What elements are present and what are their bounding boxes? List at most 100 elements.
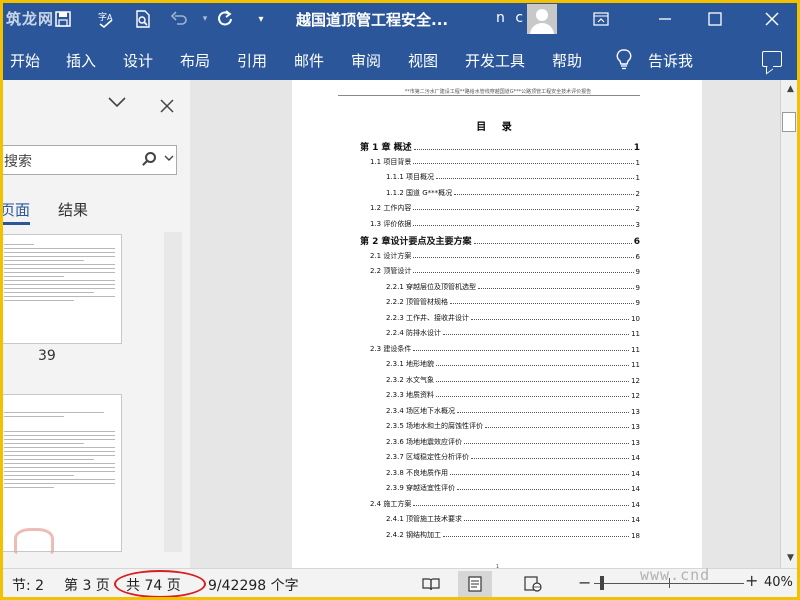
tab-developer[interactable]: 开发工具 (465, 50, 525, 71)
toc-entry[interactable]: 2.3.4 场区地下水概况 13 (386, 406, 640, 416)
toc-entry[interactable]: 2.2.3 工作井、接收井设计 10 (386, 313, 640, 323)
undo-dropdown-icon[interactable]: ▾ (194, 8, 216, 30)
toc-entry[interactable]: 2.2.1 穿越层位及顶管机选型 9 (386, 282, 640, 292)
toc-leader-dots (436, 396, 630, 397)
toc-entry[interactable]: 2.3.8 不良地质作用 14 (386, 468, 640, 478)
toc-leader-dots (413, 349, 630, 351)
zoom-slider-thumb[interactable] (600, 576, 604, 590)
zoom-percentage[interactable]: 40% (764, 575, 793, 590)
toc-entry[interactable]: 2.3.3 地质资料 12 (386, 390, 640, 400)
ribbon-display-options-icon[interactable] (588, 6, 614, 32)
toc-entry[interactable]: 第 2 章设计要点及主要方案 6 (360, 234, 640, 247)
status-word-count[interactable]: 9/42298 个字 (208, 575, 299, 595)
spelling-icon[interactable]: 字A (96, 8, 118, 30)
user-name[interactable]: n c (496, 10, 526, 26)
tab-design[interactable]: 设计 (123, 50, 153, 71)
toc-leader-dots (413, 149, 632, 150)
toc-entry-text: 2.4.2 钢结构加工 (386, 530, 442, 539)
toc-leader-dots (485, 427, 630, 428)
toc-leader-dots (464, 442, 630, 444)
toc-leader-dots (413, 256, 634, 258)
toc-entry-text: 2.2 顶管设计 (370, 267, 412, 275)
toc-entry[interactable]: 2.4.1 顶管施工技术要求 14 (386, 514, 640, 524)
watermark-logo: 筑龙网 (6, 10, 55, 28)
toc-entry[interactable]: 2.3.9 穿越适宜性评价 14 (386, 483, 640, 493)
tab-mailings[interactable]: 邮件 (294, 50, 324, 71)
zoom-in-button[interactable]: + (745, 571, 758, 590)
toc-entry[interactable]: 2.3.6 场地地震效应评价 13 (386, 437, 640, 447)
tab-insert[interactable]: 插入 (66, 50, 96, 71)
tab-references[interactable]: 引用 (237, 50, 267, 71)
maximize-icon[interactable] (702, 6, 728, 32)
print-layout-icon[interactable] (458, 571, 492, 597)
status-page[interactable]: 第 3 页 (64, 575, 110, 595)
redo-icon[interactable] (214, 8, 236, 30)
toc-entry[interactable]: 2.3 建设条件 11 (370, 344, 640, 354)
customize-toolbar-icon[interactable]: ▾ (250, 8, 272, 30)
toc-entry[interactable]: 2.2 顶管设计 9 (370, 266, 640, 276)
scroll-thumb[interactable] (782, 112, 796, 132)
toc-entry[interactable]: 第 1 章 概述 1 (360, 140, 640, 153)
toc-entry[interactable]: 2.4 施工方案 14 (370, 499, 640, 509)
nav-search-input[interactable]: 搜索 (0, 145, 177, 175)
avatar[interactable] (527, 4, 557, 34)
lightbulb-icon[interactable] (616, 49, 632, 75)
site-watermark: www.cnd (640, 566, 711, 584)
nav-scrollbar[interactable] (164, 232, 182, 552)
toc-entry[interactable]: 1.1.2 国道 G***概况 2 (386, 188, 640, 198)
toc-leader-dots (436, 365, 630, 366)
toc-entry-text: 1.1.2 国道 G***概况 (386, 188, 453, 197)
close-pane-icon[interactable] (160, 94, 174, 118)
toc-entry-text: 2.3.5 场地水和土的腐蚀性评价 (386, 422, 484, 430)
status-section[interactable]: 节: 2 (12, 575, 44, 595)
search-icon[interactable] (145, 152, 156, 163)
tab-help[interactable]: 帮助 (552, 50, 582, 71)
undo-icon[interactable] (168, 8, 190, 30)
toc-entry[interactable]: 1.3 评价依据 3 (370, 219, 640, 229)
page-thumbnail-40[interactable] (0, 394, 122, 552)
comments-icon[interactable] (762, 51, 782, 67)
scroll-down-icon[interactable]: ▼ (787, 553, 794, 563)
print-preview-icon[interactable] (132, 8, 154, 30)
toc-entry[interactable]: 2.4.2 钢结构加工 18 (386, 530, 640, 540)
web-layout-icon[interactable] (518, 571, 548, 597)
toc-entry[interactable]: 2.2.4 防排水设计 11 (386, 328, 640, 338)
toc-leader-dots (436, 178, 634, 179)
toc-entry[interactable]: 1.2 工作内容 2 (370, 203, 640, 213)
vertical-scrollbar[interactable] (780, 80, 800, 568)
read-mode-icon[interactable] (416, 571, 446, 597)
thumbnail-page-number: 39 (38, 348, 56, 364)
tab-view[interactable]: 视图 (408, 50, 438, 71)
toc-entry[interactable]: 2.3.7 区域稳定性分析评价 14 (386, 452, 640, 462)
toc-entry[interactable]: 2.3.2 水文气象 12 (386, 375, 640, 385)
tab-results[interactable]: 结果 (58, 199, 88, 220)
toc-entry-page: 13 (631, 438, 640, 447)
document-page[interactable]: **市第二污水厂建设工程**路给水管线穿越国道G***公路顶管工程安全技术评价报… (292, 80, 702, 568)
toc-entry-text: 2.4.1 顶管施工技术要求 (386, 515, 463, 523)
scroll-up-icon[interactable]: ▲ (787, 84, 794, 94)
toc-entry-page: 9 (635, 268, 640, 276)
page-thumbnail-39[interactable] (0, 234, 122, 344)
toc-entry[interactable]: 1.1.1 项目概况 1 (386, 172, 640, 182)
toc-entry[interactable]: 2.3.5 场地水和土的腐蚀性评价 13 (386, 421, 640, 431)
toc-entry[interactable]: 2.3.1 地形地貌 11 (386, 359, 640, 369)
toc-entry[interactable]: 1.1 项目背景 1 (370, 157, 640, 167)
chevron-down-icon[interactable] (108, 96, 126, 112)
toc-leader-dots (443, 334, 630, 335)
minimize-icon[interactable] (652, 6, 678, 32)
toc-entry[interactable]: 2.1 设计方案 6 (370, 251, 640, 261)
toc-leader-dots (450, 473, 630, 475)
tab-pages[interactable]: 页面 (0, 199, 30, 220)
toc-entry-page: 9 (635, 283, 640, 292)
zoom-out-button[interactable]: − (578, 573, 591, 592)
toc-entry[interactable]: 2.2.2 顶管管材规格 9 (386, 297, 640, 307)
close-icon[interactable] (759, 6, 785, 32)
toc-entry-text: 2.2.3 工作井、接收井设计 (386, 313, 470, 322)
tell-me-search[interactable]: 告诉我 (648, 50, 693, 71)
save-icon[interactable] (52, 8, 74, 30)
toc-entry-text: 2.2.1 穿越层位及顶管机选型 (386, 282, 477, 291)
tab-layout[interactable]: 布局 (180, 50, 210, 71)
tab-home[interactable]: 开始 (10, 50, 40, 71)
search-dropdown-icon[interactable] (164, 152, 174, 165)
tab-review[interactable]: 审阅 (351, 50, 381, 71)
